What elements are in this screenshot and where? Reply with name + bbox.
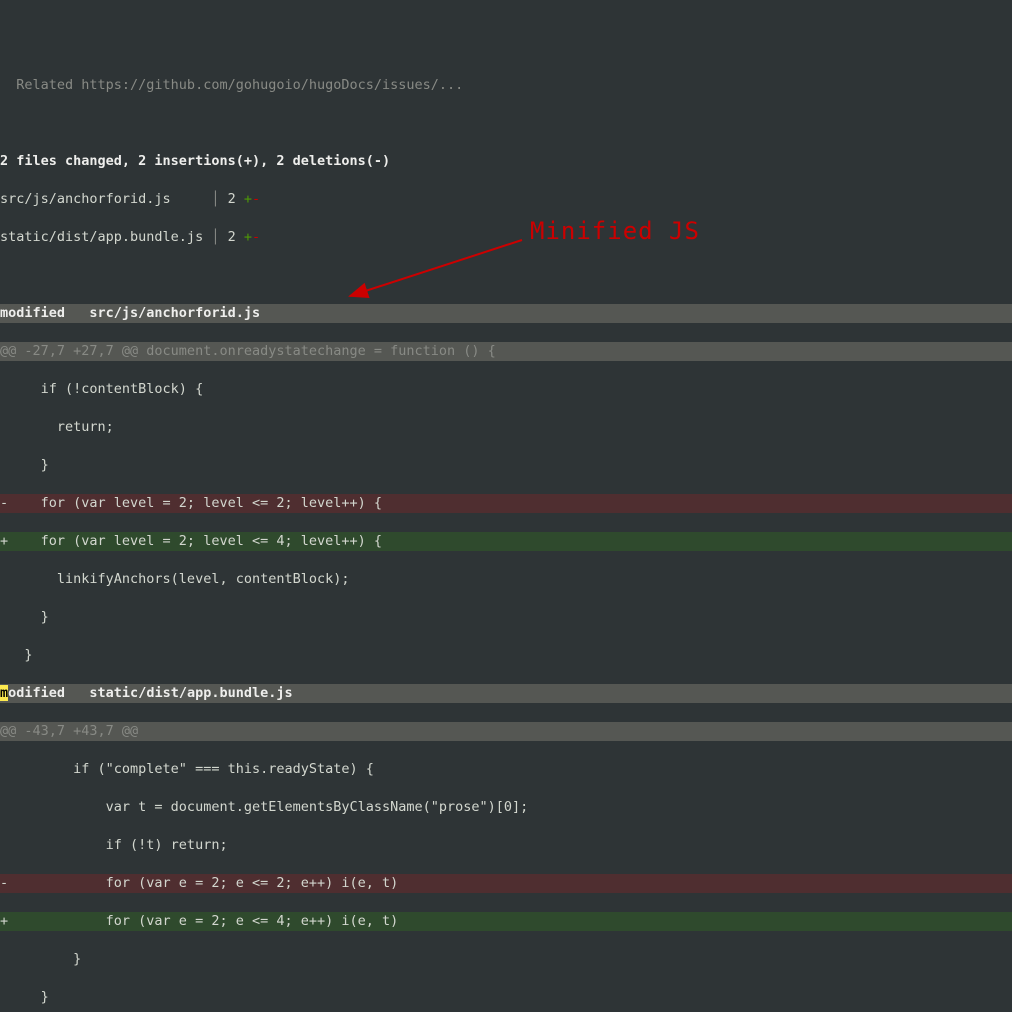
ctx: } bbox=[0, 608, 1012, 627]
bar: │ bbox=[211, 229, 227, 245]
pad bbox=[171, 191, 212, 207]
ctx: if (!contentBlock) { bbox=[0, 380, 1012, 399]
filestat-count: 2 bbox=[228, 191, 236, 207]
hunk-header-1: @@ -27,7 +27,7 @@ document.onreadystatec… bbox=[0, 342, 1012, 361]
file-header-2: modified static/dist/app.bundle.js bbox=[0, 684, 1012, 703]
ctx: if (!t) return; bbox=[0, 836, 1012, 855]
blank-2 bbox=[0, 266, 1012, 285]
hunk-header-2: @@ -43,7 +43,7 @@ bbox=[0, 722, 1012, 741]
minus-icon: - bbox=[252, 191, 260, 207]
ctx: } bbox=[0, 950, 1012, 969]
ctx: } bbox=[0, 988, 1012, 1007]
ctx: return; bbox=[0, 418, 1012, 437]
top-context-line: Related https://github.com/gohugoio/hugo… bbox=[0, 76, 1012, 95]
filestat-count: 2 bbox=[228, 229, 236, 245]
diff-summary: 2 files changed, 2 insertions(+), 2 dele… bbox=[0, 152, 1012, 171]
deleted-line: - for (var e = 2; e <= 2; e++) i(e, t) bbox=[0, 874, 1012, 893]
added-line: + for (var e = 2; e <= 4; e++) i(e, t) bbox=[0, 912, 1012, 931]
modified-label: modified bbox=[0, 305, 89, 321]
minus-icon: - bbox=[252, 229, 260, 245]
filestat-row-0: src/js/anchorforid.js │ 2 +- bbox=[0, 190, 1012, 209]
cursor: m bbox=[0, 685, 8, 701]
ctx: var t = document.getElementsByClassName(… bbox=[0, 798, 1012, 817]
file-header-1: modified src/js/anchorforid.js bbox=[0, 304, 1012, 323]
filestat-row-1: static/dist/app.bundle.js │ 2 +- bbox=[0, 228, 1012, 247]
bar: │ bbox=[211, 191, 227, 207]
blank-1 bbox=[0, 114, 1012, 133]
ctx: if ("complete" === this.readyState) { bbox=[0, 760, 1012, 779]
file-path: src/js/anchorforid.js bbox=[89, 305, 260, 321]
filestat-name: static/dist/app.bundle.js bbox=[0, 229, 203, 245]
plus-icon: + bbox=[244, 229, 252, 245]
file-path: static/dist/app.bundle.js bbox=[89, 685, 292, 701]
plus-icon: + bbox=[244, 191, 252, 207]
annotation-label: Minified JS bbox=[530, 222, 700, 241]
deleted-line: - for (var level = 2; level <= 2; level+… bbox=[0, 494, 1012, 513]
ctx: } bbox=[0, 646, 1012, 665]
filestat-name: src/js/anchorforid.js bbox=[0, 191, 171, 207]
modified-label: odified bbox=[8, 685, 89, 701]
ctx: linkifyAnchors(level, contentBlock); bbox=[0, 570, 1012, 589]
ctx: } bbox=[0, 456, 1012, 475]
added-line: + for (var level = 2; level <= 4; level+… bbox=[0, 532, 1012, 551]
